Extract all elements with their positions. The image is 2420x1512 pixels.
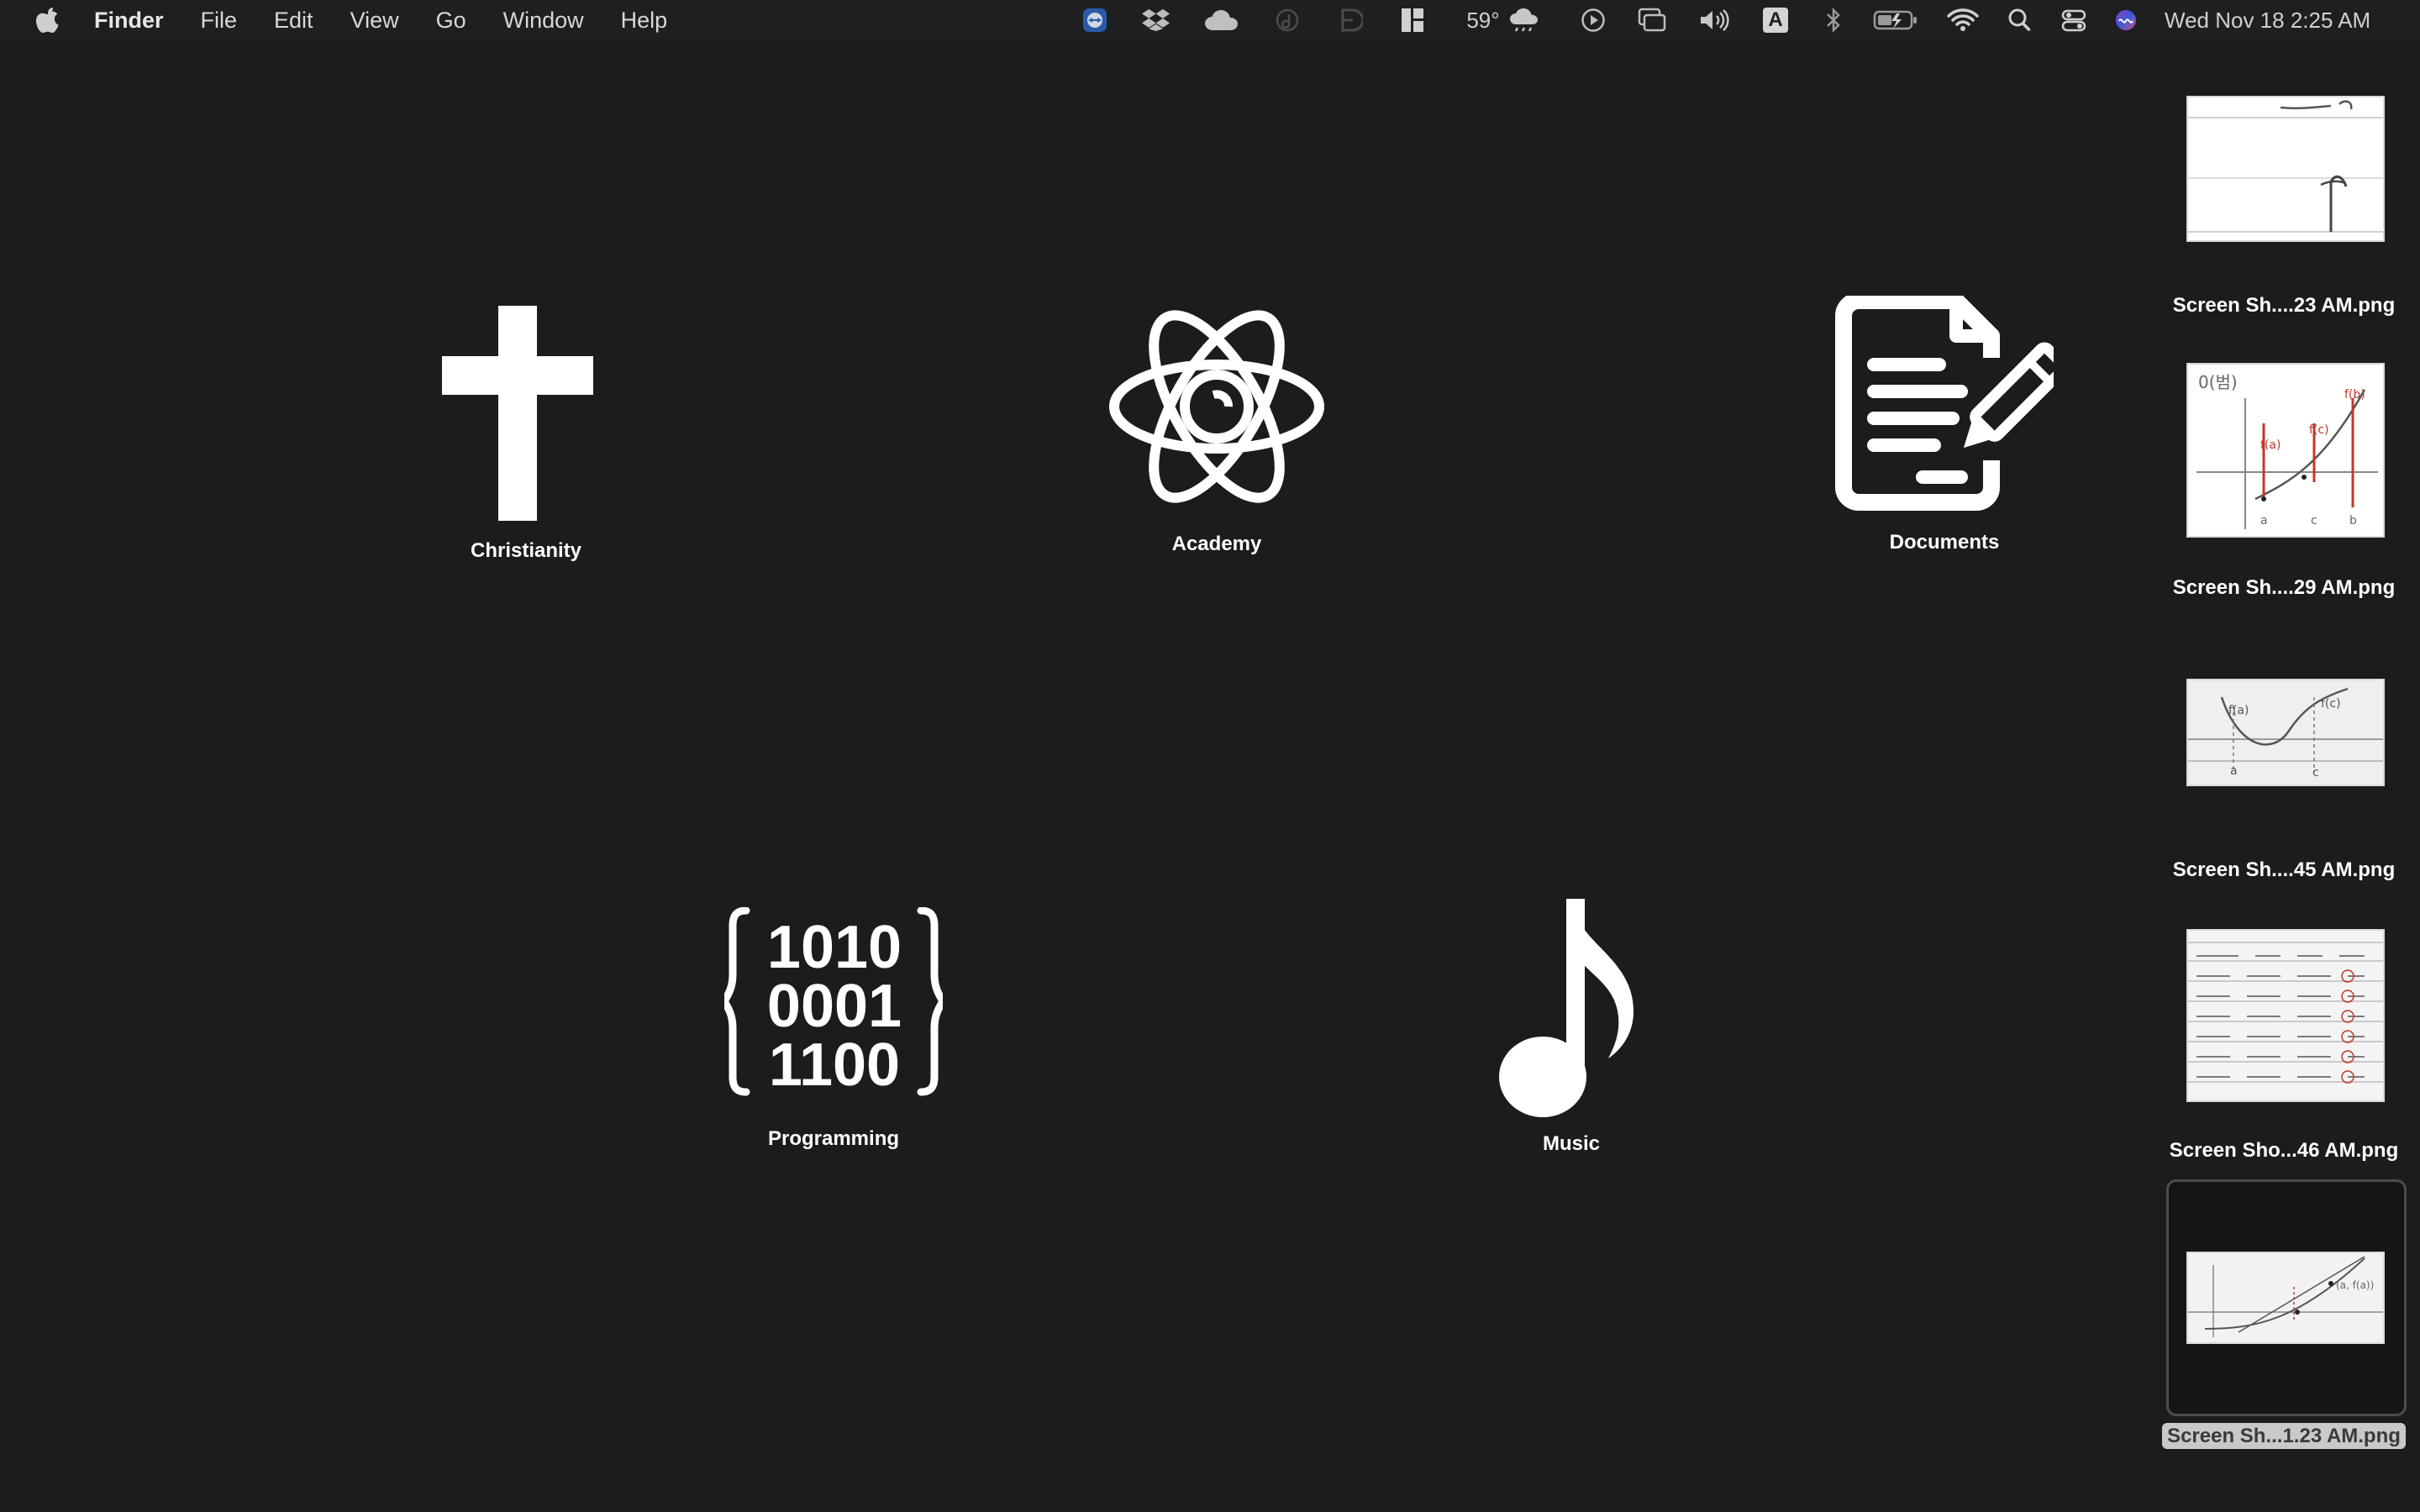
battery-icon[interactable] — [1872, 7, 1919, 34]
menu-app-finder[interactable]: Finder — [94, 8, 164, 34]
weather-icon[interactable] — [1509, 7, 1546, 34]
svg-text:0001: 0001 — [767, 973, 902, 1040]
file-label: Screen Sh....23 AM.png — [2172, 294, 2396, 317]
file-label-selected: Screen Sh...1.23 AM.png — [2158, 1423, 2410, 1449]
svg-text:(a, f(a)): (a, f(a)) — [2336, 1279, 2374, 1291]
desktop-file-screenshot-5[interactable]: (a, f(a)) Screen Sh...1.23 AM.png — [2158, 1179, 2410, 1457]
screens-icon[interactable] — [1637, 7, 1667, 34]
menu-go[interactable]: Go — [436, 8, 466, 34]
file-label: Screen Sh....45 AM.png — [2172, 858, 2396, 881]
siri-icon[interactable] — [2112, 7, 2139, 34]
control-center-icon[interactable] — [2060, 7, 2087, 34]
svg-text:b: b — [2349, 514, 2357, 528]
desktop-item-documents[interactable]: Documents — [1835, 296, 2054, 556]
svg-text:0(범): 0(범) — [2198, 372, 2238, 392]
desktop-item-music[interactable]: Music — [1497, 897, 1649, 1159]
svg-text:f(a): f(a) — [2260, 438, 2281, 452]
dash-icon[interactable] — [1272, 7, 1302, 34]
menu-window[interactable]: Window — [503, 8, 584, 34]
menu-view[interactable]: View — [350, 8, 399, 34]
file-label: Screen Sh...1.23 AM.png — [2162, 1423, 2406, 1449]
svg-text:a: a — [2260, 514, 2268, 528]
cloud-icon[interactable] — [1203, 7, 1240, 34]
teamviewer-icon[interactable] — [1081, 7, 1109, 34]
svg-text:1010: 1010 — [767, 914, 902, 981]
desktop-file-screenshot-1[interactable]: Screen Sh....23 AM.png — [2158, 92, 2410, 328]
desktop-item-academy[interactable]: Academy — [1106, 296, 1328, 556]
desktop-item-label: Christianity — [470, 539, 582, 562]
wifi-icon[interactable] — [1946, 7, 1980, 34]
desktop-file-screenshot-4[interactable]: Screen Sho...46 AM.png — [2158, 927, 2410, 1179]
svg-text:a: a — [2230, 764, 2238, 778]
desktop-file-screenshot-2[interactable]: 0(범) f(a) f(c) f(b) a c b Screen Sh....2… — [2158, 361, 2410, 613]
menu-edit[interactable]: Edit — [274, 8, 313, 34]
svg-text:f(c): f(c) — [2321, 697, 2341, 711]
volume-icon[interactable] — [1697, 7, 1733, 34]
svg-text:f(b): f(b) — [2344, 388, 2365, 402]
binary-code-icon: 1010 0001 1100 — [724, 907, 943, 1099]
document-pencil-icon — [1835, 296, 2054, 511]
file-label: Screen Sho...46 AM.png — [2169, 1139, 2399, 1162]
desktop-item-label: Music — [1542, 1132, 1600, 1155]
spotlight-icon[interactable] — [2007, 7, 2032, 34]
input-source-label: A — [1763, 8, 1788, 33]
svg-text:1100: 1100 — [769, 1032, 900, 1099]
input-source-icon[interactable]: A — [1761, 7, 1790, 34]
desktop-item-christianity[interactable]: Christianity — [442, 304, 593, 562]
svg-text:c: c — [2312, 766, 2319, 780]
menu-clock[interactable]: Wed Nov 18 2:25 AM — [2165, 7, 2400, 34]
cross-icon — [442, 306, 593, 521]
svg-text:f(a): f(a) — [2228, 704, 2249, 717]
menu-file[interactable]: File — [201, 8, 238, 34]
weather-temp[interactable]: 59° — [1462, 7, 1504, 34]
play-icon[interactable] — [1580, 7, 1607, 34]
desktop-item-label: Documents — [1889, 531, 2000, 554]
file-thumbnail: f(a) f(c) a c — [2186, 679, 2385, 786]
desktop-item-label: Academy — [1171, 533, 1262, 555]
desktop-file-screenshot-3[interactable]: f(a) f(c) a c Screen Sh....45 AM.png — [2158, 677, 2410, 895]
file-thumbnail — [2186, 96, 2385, 242]
desktop-item-programming[interactable]: 1010 0001 1100 Programming — [724, 907, 943, 1159]
apple-menu-icon[interactable] — [34, 5, 62, 35]
file-label: Screen Sh....29 AM.png — [2172, 576, 2396, 599]
file-thumbnail: (a, f(a)) — [2186, 1252, 2385, 1344]
music-note-icon — [1499, 899, 1634, 1117]
svg-text:f(c): f(c) — [2309, 423, 2329, 437]
dropbox-icon[interactable] — [1141, 7, 1173, 34]
menu-bar: Finder File Edit View Go Window Help 59°… — [0, 0, 2420, 40]
layout-icon[interactable] — [1398, 7, 1427, 34]
bartender-icon[interactable] — [1336, 7, 1366, 34]
menu-help[interactable]: Help — [621, 8, 668, 34]
atom-icon — [1109, 310, 1324, 503]
svg-text:c: c — [2311, 514, 2317, 528]
file-thumbnail: 0(범) f(a) f(c) f(b) a c b — [2186, 363, 2385, 538]
file-thumbnail — [2186, 929, 2385, 1102]
desktop-item-label: Programming — [767, 1127, 900, 1150]
bluetooth-icon[interactable] — [1823, 7, 1844, 34]
